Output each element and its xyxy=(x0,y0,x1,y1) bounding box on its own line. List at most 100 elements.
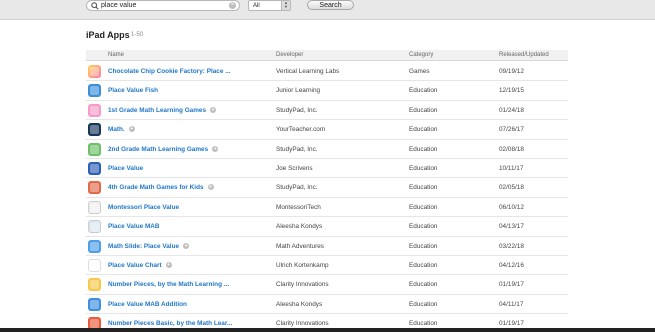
plus-icon: + xyxy=(212,145,219,152)
released-cell: 04/11/17 xyxy=(499,300,524,308)
plus-icon: + xyxy=(165,261,172,268)
search-toolbar: place value × All ▲ ▼ Search xyxy=(0,0,655,20)
developer-cell: Clarity Innovations xyxy=(276,320,329,328)
table-row[interactable]: Chocolate Chip Cookie Factory: Place ...… xyxy=(86,62,568,82)
app-icon[interactable] xyxy=(88,161,101,175)
category-cell: Education xyxy=(409,320,438,328)
app-icon[interactable] xyxy=(88,220,101,234)
category-cell: Education xyxy=(409,164,438,172)
search-button[interactable]: Search xyxy=(307,0,354,10)
released-cell: 12/19/15 xyxy=(499,87,524,95)
header-released[interactable]: Released/Updated xyxy=(499,52,549,58)
search-input[interactable]: place value × xyxy=(86,0,240,11)
category-cell: Education xyxy=(409,223,438,231)
app-name-text: Math Slide: Place Value xyxy=(108,242,180,250)
category-cell: Education xyxy=(409,261,438,269)
developer-cell: Ulrich Kortenkamp xyxy=(276,261,329,269)
app-icon[interactable] xyxy=(88,181,101,195)
header-developer[interactable]: Developer xyxy=(276,52,303,58)
category-cell: Education xyxy=(409,184,438,192)
filter-select[interactable]: All ▲ ▼ xyxy=(248,0,291,11)
app-name-link[interactable]: Math. + xyxy=(108,126,135,133)
developer-cell: YourTeacher.com xyxy=(276,126,326,134)
app-icon[interactable] xyxy=(88,123,101,137)
app-name-link[interactable]: Place Value MAB xyxy=(108,223,160,230)
table-row[interactable]: Math. + YourTeacher.com Education 07/26/1… xyxy=(86,120,568,140)
released-cell: 01/24/18 xyxy=(499,106,524,114)
app-icon[interactable] xyxy=(88,103,101,117)
table-row[interactable]: Number Pieces, by the Math Learning ... … xyxy=(86,275,568,295)
app-icon[interactable] xyxy=(88,142,101,156)
released-cell: 04/12/16 xyxy=(499,261,524,269)
magnifier-icon xyxy=(91,2,99,10)
app-name-link[interactable]: Montessori Place Value xyxy=(108,204,179,211)
results-table: Chocolate Chip Cookie Factory: Place ...… xyxy=(86,62,568,332)
released-cell: 06/10/12 xyxy=(499,203,524,211)
plus-icon: + xyxy=(207,184,214,191)
released-cell: 01/19/17 xyxy=(499,281,524,289)
table-row[interactable]: 1st Grade Math Learning Games + StudyPad,… xyxy=(86,101,568,121)
table-row[interactable]: Place Value MAB Aleesha Kondys Education… xyxy=(86,217,568,237)
category-cell: Education xyxy=(409,281,438,289)
filter-select-value: All xyxy=(253,3,260,9)
header-name[interactable]: Name xyxy=(108,52,124,58)
table-row[interactable]: Montessori Place Value MontessoriTech Ed… xyxy=(86,198,568,218)
table-row[interactable]: Place Value Joe Scrivens Education 10/11… xyxy=(86,159,568,179)
table-row[interactable]: Place Value MAB Addition Aleesha Kondys … xyxy=(86,295,568,315)
table-row[interactable]: 2nd Grade Math Learning Games + StudyPad,… xyxy=(86,140,568,159)
app-name-link[interactable]: 1st Grade Math Learning Games + xyxy=(108,106,217,114)
app-name-link[interactable]: Chocolate Chip Cookie Factory: Place ... xyxy=(108,68,231,75)
released-cell: 02/08/18 xyxy=(499,145,524,153)
app-icon[interactable] xyxy=(88,239,101,253)
app-icon[interactable] xyxy=(88,200,101,214)
app-name-text: Math. xyxy=(108,126,125,134)
app-name-link[interactable]: 2nd Grade Math Learning Games + xyxy=(108,145,219,153)
category-cell: Education xyxy=(409,242,438,250)
developer-cell: Clarity Innovations xyxy=(276,281,329,289)
plus-icon: + xyxy=(183,242,190,249)
developer-cell: StudyPad, Inc. xyxy=(276,106,318,114)
app-name-link[interactable]: Place Value Fish xyxy=(108,87,158,94)
developer-cell: Aleesha Kondys xyxy=(276,300,323,308)
released-cell: 07/26/17 xyxy=(499,126,524,134)
header-category[interactable]: Category xyxy=(409,52,433,58)
app-icon[interactable] xyxy=(88,297,101,311)
released-cell: 02/05/18 xyxy=(499,184,524,192)
app-name-text: 4th Grade Math Games for Kids xyxy=(108,184,204,192)
app-icon[interactable] xyxy=(88,65,101,78)
developer-cell: StudyPad, Inc. xyxy=(276,145,318,153)
app-icon[interactable] xyxy=(88,84,101,98)
app-name-link[interactable]: Number Pieces, by the Math Learning ... xyxy=(108,281,229,288)
developer-cell: MontessoriTech xyxy=(276,203,321,211)
released-cell: 09/19/12 xyxy=(499,68,524,75)
table-row[interactable]: Place Value Fish Junior Learning Educati… xyxy=(86,81,568,101)
app-name-link[interactable]: Place Value xyxy=(108,165,143,172)
window-bottom-edge xyxy=(0,328,655,332)
category-cell: Education xyxy=(409,203,438,211)
released-cell: 04/13/17 xyxy=(499,223,524,231)
app-name-link[interactable]: 4th Grade Math Games for Kids + xyxy=(108,184,214,191)
table-header: Name Developer Category Released/Updated xyxy=(86,50,568,61)
plus-icon: + xyxy=(128,126,135,133)
app-name-text: Place Value Chart xyxy=(108,261,162,269)
app-name-link[interactable]: Place Value MAB Addition xyxy=(108,301,187,308)
app-name-link[interactable]: Math Slide: Place Value + xyxy=(108,242,190,250)
developer-cell: Junior Learning xyxy=(276,87,321,95)
developer-cell: StudyPad, Inc. xyxy=(276,184,318,192)
app-icon[interactable] xyxy=(88,258,101,272)
category-cell: Education xyxy=(409,106,438,114)
released-cell: 03/22/18 xyxy=(499,242,524,250)
released-cell: 01/19/17 xyxy=(499,320,524,328)
table-row[interactable]: Place Value Chart + Ulrich Kortenkamp Edu… xyxy=(86,256,568,276)
app-name-link[interactable]: Number Pieces Basic, by the Math Lear... xyxy=(108,320,232,327)
app-name-text: 2nd Grade Math Learning Games xyxy=(108,145,209,153)
clear-icon[interactable]: × xyxy=(229,2,236,9)
category-cell: Games xyxy=(409,68,430,75)
table-row[interactable]: 4th Grade Math Games for Kids + StudyPad,… xyxy=(86,178,568,198)
released-cell: 10/11/17 xyxy=(499,164,524,172)
plus-icon: + xyxy=(210,106,217,113)
table-row[interactable]: Math Slide: Place Value + Math Adventures… xyxy=(86,237,568,256)
app-icon[interactable] xyxy=(88,278,101,292)
app-name-link[interactable]: Place Value Chart + xyxy=(108,261,172,269)
developer-cell: Vertical Learning Labs xyxy=(276,68,340,75)
